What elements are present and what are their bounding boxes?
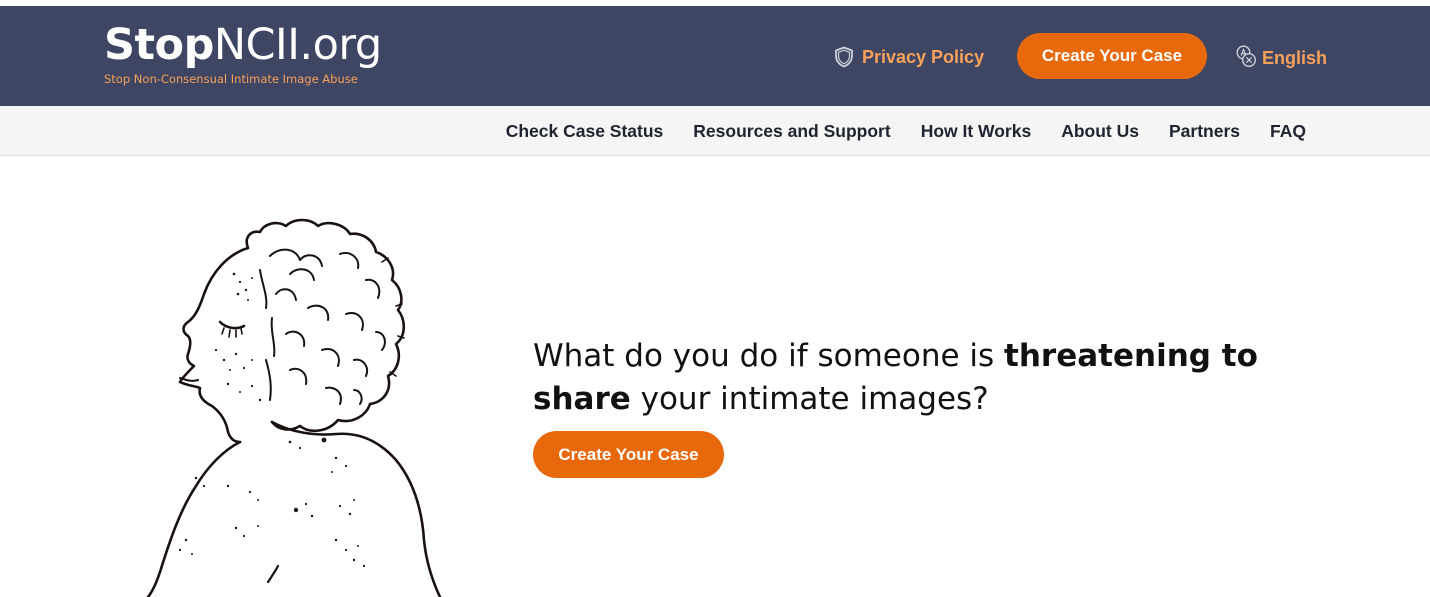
nav-item-partners[interactable]: Partners bbox=[1169, 121, 1240, 142]
shield-icon bbox=[834, 46, 854, 68]
hero-heading-part2: your intimate images? bbox=[630, 381, 989, 417]
language-label: English bbox=[1262, 47, 1328, 68]
language-selector[interactable]: English bbox=[1236, 44, 1328, 72]
nav-item-resources-and-support[interactable]: Resources and Support bbox=[693, 121, 890, 142]
nav-list: Check Case Status Resources and Support … bbox=[506, 106, 1306, 156]
create-case-button-header[interactable]: Create Your Case bbox=[1017, 33, 1207, 79]
nav-item-check-case-status[interactable]: Check Case Status bbox=[506, 121, 664, 142]
nav-item-how-it-works[interactable]: How It Works bbox=[921, 121, 1032, 142]
logo-wordmark: StopNCII.org bbox=[104, 20, 382, 70]
hero-text: What do you do if someone is threatening… bbox=[533, 335, 1293, 421]
nav-item-faq[interactable]: FAQ bbox=[1270, 121, 1306, 142]
logo-light: NCII.org bbox=[213, 20, 382, 70]
site-logo[interactable]: StopNCII.org Stop Non-Consensual Intimat… bbox=[104, 20, 382, 86]
logo-bold: Stop bbox=[104, 20, 214, 70]
nav-item-about-us[interactable]: About Us bbox=[1061, 121, 1139, 142]
create-case-button-hero[interactable]: Create Your Case bbox=[533, 431, 724, 478]
hero-illustration bbox=[140, 210, 450, 597]
privacy-policy-label: Privacy Policy bbox=[862, 46, 985, 67]
hero-heading-part1: What do you do if someone is bbox=[533, 338, 1005, 374]
hero-heading: What do you do if someone is threatening… bbox=[533, 335, 1293, 421]
privacy-policy-link[interactable]: Privacy Policy bbox=[834, 45, 984, 69]
logo-tagline: Stop Non-Consensual Intimate Image Abuse bbox=[104, 72, 358, 86]
translate-icon bbox=[1236, 44, 1257, 72]
secondary-nav: Check Case Status Resources and Support … bbox=[0, 106, 1430, 156]
site-header: StopNCII.org Stop Non-Consensual Intimat… bbox=[0, 6, 1430, 106]
